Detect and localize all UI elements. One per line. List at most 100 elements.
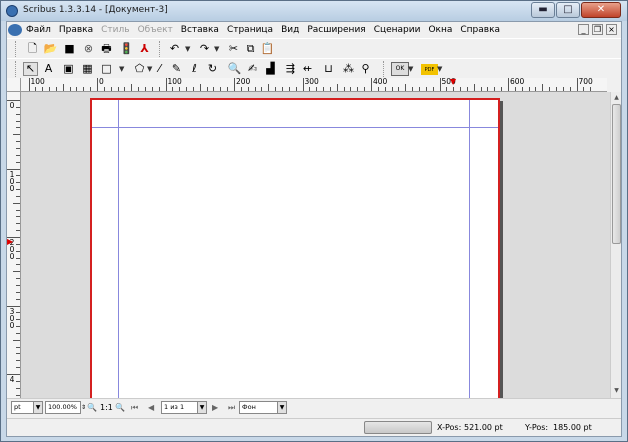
shape-icon[interactable]: □ <box>99 62 114 76</box>
export-pdf-icon[interactable]: ⅄ <box>137 42 152 56</box>
zoom-in-icon[interactable]: 🔍 <box>115 402 125 413</box>
menu-item[interactable]: Расширения <box>303 25 369 35</box>
close-window-button[interactable]: ✕ <box>581 2 621 18</box>
pdf-pushbutton-icon[interactable]: OK <box>391 62 409 76</box>
zoom-reset-button[interactable]: 1:1 <box>100 402 113 413</box>
document-menu-icon[interactable] <box>8 24 22 36</box>
ruler-tick <box>179 87 181 91</box>
preflight-verifier-icon[interactable]: 🚦 <box>119 42 134 56</box>
cut-icon[interactable]: ✂ <box>226 42 241 56</box>
menu-bar: Файл Правка Стиль Объект Вставка Страница Вид Р… <box>7 22 621 38</box>
eyedropper-icon[interactable]: ⚲ <box>358 62 373 76</box>
save-icon[interactable]: ■ <box>62 42 77 56</box>
ruler-tick <box>473 84 475 91</box>
table-icon[interactable]: ▦ <box>80 62 95 76</box>
menu-item[interactable]: Сценарии <box>370 25 425 35</box>
zoom-icon[interactable]: 🔍 <box>227 62 242 76</box>
measurements-icon[interactable]: ⊔ <box>321 62 336 76</box>
undo-icon[interactable]: ↶ <box>167 42 182 56</box>
scribus-app-icon[interactable] <box>6 5 18 17</box>
ruler-tick <box>275 87 277 91</box>
ruler-tick <box>124 87 126 91</box>
toolbar-grip[interactable] <box>159 41 162 57</box>
copy-properties-icon[interactable]: ⁂ <box>341 62 356 76</box>
title-bar[interactable]: Scribus 1.3.3.14 - [Документ-3] ▬ □ ✕ <box>1 1 627 21</box>
freehand-icon[interactable]: ℓ <box>187 62 202 76</box>
ruler-tick <box>412 87 414 91</box>
scroll-up-arrow[interactable]: ▲ <box>612 93 621 103</box>
ruler-tick <box>268 84 270 91</box>
redo-icon[interactable]: ↷ <box>197 42 212 56</box>
document-page[interactable] <box>90 98 500 398</box>
zoom-spin-icon[interactable]: ⇕ <box>81 402 86 413</box>
scrollbar-thumb[interactable] <box>612 104 621 244</box>
menu-item[interactable]: Страница <box>223 25 277 35</box>
ruler-tick <box>16 312 20 314</box>
toolbar-grip[interactable] <box>383 61 386 77</box>
zoom-out-icon[interactable]: 🔍 <box>87 402 97 413</box>
close-document-icon[interactable]: ⊗ <box>81 42 96 56</box>
unit-select[interactable]: pt ▼ <box>11 401 43 414</box>
chevron-down-icon[interactable]: ▼ <box>147 65 152 73</box>
rotate-icon[interactable]: ↻ <box>205 62 220 76</box>
polygon-icon[interactable]: ⬠ <box>132 62 147 76</box>
text-frame-icon[interactable]: A <box>41 62 56 76</box>
chevron-down-icon[interactable]: ▼ <box>214 45 219 53</box>
x-pos-value: 521.00 pt <box>464 423 503 432</box>
ruler-tick <box>90 87 92 91</box>
link-frames-icon[interactable]: ⇶ <box>283 62 298 76</box>
toolbar-grip[interactable] <box>15 41 18 57</box>
menu-item[interactable]: Справка <box>456 25 504 35</box>
paste-icon[interactable]: 📋 <box>260 42 275 56</box>
menu-item[interactable]: Файл <box>22 25 55 35</box>
layer-select[interactable]: Фон ▼ <box>239 401 287 414</box>
menu-item[interactable]: Правка <box>55 25 97 35</box>
image-frame-icon[interactable]: ▣ <box>61 62 76 76</box>
menu-item[interactable]: Вставка <box>177 25 223 35</box>
toolbar-grip[interactable] <box>15 61 18 77</box>
ruler-tick <box>227 87 229 91</box>
copy-icon[interactable]: ⧉ <box>243 42 258 56</box>
chevron-down-icon[interactable]: ▼ <box>185 45 190 53</box>
page-select[interactable]: 1 из 1 ▼ <box>161 401 207 414</box>
mdi-restore-button[interactable]: ❐ <box>592 24 603 35</box>
edit-contents-icon[interactable]: ✍ <box>245 62 260 76</box>
scroll-down-arrow[interactable]: ▼ <box>612 386 621 396</box>
print-icon[interactable]: 🖶 <box>99 42 114 56</box>
ruler-tick <box>16 278 20 280</box>
unlink-frames-icon[interactable]: ⇷ <box>300 62 315 76</box>
ruler-tick <box>384 87 386 91</box>
select-tool-icon[interactable]: ↖ <box>23 62 38 76</box>
ruler-tick <box>302 78 304 91</box>
pdf-annotation-icon[interactable]: PDF <box>421 64 438 75</box>
ruler-tick <box>192 87 194 91</box>
edit-text-icon[interactable]: ▟ <box>263 62 278 76</box>
minimize-button[interactable]: ▬ <box>531 2 555 18</box>
next-page-icon[interactable]: ▶ <box>212 402 218 413</box>
x-pos-label: X-Pos: <box>437 423 462 432</box>
line-icon[interactable]: ⁄ <box>152 62 167 76</box>
new-document-icon[interactable]: 🗋 <box>25 42 40 56</box>
previous-page-icon[interactable]: ◀ <box>148 402 154 413</box>
chevron-down-icon[interactable]: ▼ <box>437 65 442 73</box>
ruler-tick <box>16 353 20 355</box>
menu-item[interactable]: Вид <box>277 25 303 35</box>
ruler-tick <box>35 87 37 91</box>
open-folder-icon[interactable]: 📂 <box>43 42 58 56</box>
first-page-icon[interactable]: ⏮ <box>131 402 138 413</box>
chevron-down-icon[interactable]: ▼ <box>119 65 124 73</box>
zoom-field[interactable]: 100.00% <box>45 401 81 414</box>
document-canvas[interactable] <box>21 92 610 398</box>
ruler-tick <box>110 87 112 91</box>
ruler-corner <box>7 78 21 92</box>
bezier-icon[interactable]: ✎ <box>169 62 184 76</box>
ruler-tick <box>16 284 20 286</box>
mdi-minimize-button[interactable]: _ <box>578 24 589 35</box>
vertical-scrollbar[interactable]: ▲ ▼ <box>610 92 621 398</box>
last-page-icon[interactable]: ⏭ <box>228 402 235 413</box>
chevron-down-icon[interactable]: ▼ <box>408 65 413 73</box>
ruler-label: 100 <box>30 78 45 86</box>
maximize-button[interactable]: □ <box>556 2 580 18</box>
mdi-close-button[interactable]: × <box>606 24 617 35</box>
menu-item[interactable]: Окна <box>424 25 456 35</box>
